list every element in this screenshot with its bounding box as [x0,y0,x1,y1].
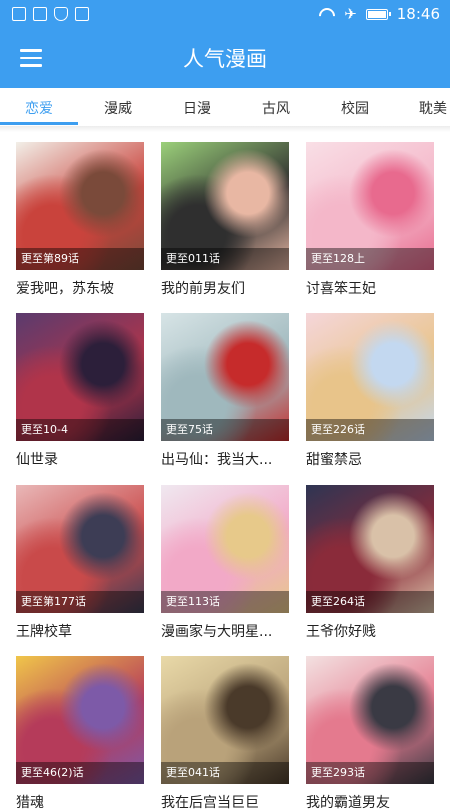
update-badge: 更至第177话 [16,591,144,613]
update-badge: 更至第89话 [16,248,144,270]
tab-japanese[interactable]: 日漫 [183,98,211,118]
update-badge: 更至10-4 [16,419,144,441]
comic-cover[interactable]: 更至011话 [161,142,289,270]
comic-cover[interactable]: 更至第177话 [16,485,144,613]
tab-marvel[interactable]: 漫威 [104,98,132,118]
update-badge: 更至75话 [161,419,289,441]
comic-card[interactable]: 更至75话 出马仙：我当大... [161,313,289,469]
app-bar: 人气漫画 [0,30,450,88]
comic-title[interactable]: 王爷你好贱 [306,621,434,641]
tab-ancient[interactable]: 古风 [262,98,290,118]
comic-card[interactable]: 更至264话 王爷你好贱 [306,485,434,641]
comic-title[interactable]: 我的前男友们 [161,278,289,298]
comic-cover[interactable]: 更至75话 [161,313,289,441]
tab-divider [0,126,450,132]
comic-cover[interactable]: 更至226话 [306,313,434,441]
comic-title[interactable]: 讨喜笨王妃 [306,278,434,298]
comic-title[interactable]: 猎魂 [16,792,144,812]
comic-card[interactable]: 更至113话 漫画家与大明星... [161,485,289,641]
update-badge: 更至011话 [161,248,289,270]
update-badge: 更至113话 [161,591,289,613]
status-bar: ✈ 18:46 [0,0,450,30]
comic-cover[interactable]: 更至113话 [161,485,289,613]
comic-cover[interactable]: 更至128上 [306,142,434,270]
page-title: 人气漫画 [183,47,267,71]
comic-card[interactable]: 更至293话 我的霸道男友 [306,656,434,812]
battery-icon [365,8,391,20]
comic-title[interactable]: 我在后宫当巨巨 [161,792,289,812]
update-badge: 更至128上 [306,248,434,270]
comic-card[interactable]: 更至46(2)话 猎魂 [16,656,144,812]
airplane-mode-icon: ✈ [344,5,357,23]
comic-card[interactable]: 更至第89话 爱我吧，苏东坡 [16,142,144,298]
comic-card[interactable]: 更至10-4 仙世录 [16,313,144,469]
comic-title[interactable]: 出马仙：我当大... [161,449,289,469]
calendar-notification-icon [75,7,89,21]
notification-icons [12,7,89,21]
comic-cover[interactable]: 更至293话 [306,656,434,784]
comic-cover[interactable]: 更至10-4 [16,313,144,441]
update-badge: 更至264话 [306,591,434,613]
comic-card[interactable]: 更至第177话 王牌校草 [16,485,144,641]
comic-title[interactable]: 漫画家与大明星... [161,621,289,641]
comic-cover[interactable]: 更至264话 [306,485,434,613]
comic-card[interactable]: 更至011话 我的前男友们 [161,142,289,298]
sim-notification-icon [12,7,26,21]
active-tab-indicator [0,122,78,125]
comic-card[interactable]: 更至226话 甜蜜禁忌 [306,313,434,469]
update-badge: 更至041话 [161,762,289,784]
tab-bl[interactable]: 耽美 [419,98,447,118]
comic-cover[interactable]: 更至041话 [161,656,289,784]
tab-campus[interactable]: 校园 [341,98,369,118]
update-badge: 更至293话 [306,762,434,784]
comic-card[interactable]: 更至128上 讨喜笨王妃 [306,142,434,298]
comic-title[interactable]: 仙世录 [16,449,144,469]
shield-notification-icon [54,7,68,21]
tab-romance[interactable]: 恋爱 [25,98,53,118]
gallery-notification-icon [33,7,47,21]
update-badge: 更至46(2)话 [16,762,144,784]
comic-title[interactable]: 王牌校草 [16,621,144,641]
wifi-icon [319,8,335,20]
comic-card[interactable]: 更至041话 我在后宫当巨巨 [161,656,289,812]
comic-cover[interactable]: 更至46(2)话 [16,656,144,784]
comic-title[interactable]: 我的霸道男友 [306,792,434,812]
comic-title[interactable]: 甜蜜禁忌 [306,449,434,469]
comic-title[interactable]: 爱我吧，苏东坡 [16,278,144,298]
clock: 18:46 [396,5,440,23]
comic-cover[interactable]: 更至第89话 [16,142,144,270]
update-badge: 更至226话 [306,419,434,441]
